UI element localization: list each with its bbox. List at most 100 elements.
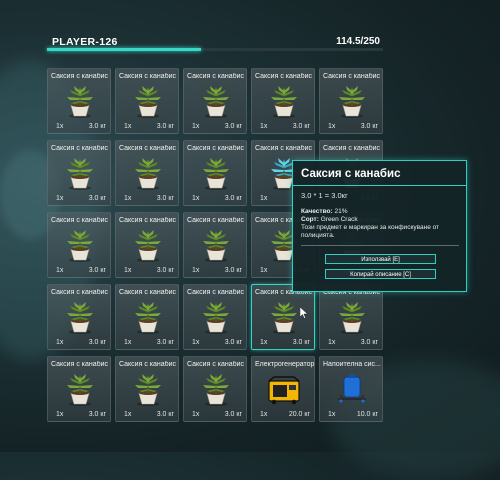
item-name: Саксия с канабис <box>255 73 313 80</box>
item-name: Саксия с канабис <box>187 361 245 368</box>
item-quantity: 1x <box>260 123 268 130</box>
item-quantity: 1x <box>124 339 132 346</box>
generator-icon <box>266 369 302 407</box>
item-weight: 3.0 кг <box>156 411 174 418</box>
item-name: Саксия с канабис <box>119 145 177 152</box>
potted-plant-icon <box>62 297 98 335</box>
item-name: Саксия с канабис <box>255 145 313 152</box>
item-quantity: 1x <box>56 267 64 274</box>
inventory-slot[interactable]: Саксия с канабис1x3.0 кг <box>47 284 111 350</box>
item-weight: 3.0 кг <box>88 123 106 130</box>
quality-value: 21% <box>334 208 348 215</box>
item-name: Саксия с канабис <box>187 217 245 224</box>
inventory-header: PLAYER-126 114.5/250 <box>0 0 500 60</box>
item-weight: 3.0 кг <box>224 195 242 202</box>
potted-plant-icon <box>266 81 302 119</box>
inventory-slot[interactable]: Саксия с канабис 1x 3.0 кг <box>47 212 111 278</box>
item-quantity: 1x <box>192 195 200 202</box>
item-name: Саксия с канабис <box>51 145 109 152</box>
item-quantity: 1x <box>192 339 200 346</box>
inventory-slot[interactable]: Саксия с канабис1x3.0 кг <box>183 140 247 206</box>
copy-description-button[interactable]: Копирай описание [C] <box>325 269 436 279</box>
item-name: Саксия с канабис <box>119 217 177 224</box>
potted-plant-icon <box>130 297 166 335</box>
item-quantity: 1x <box>56 339 64 346</box>
item-quantity: 1x <box>124 267 132 274</box>
tooltip-divider-2 <box>301 245 459 246</box>
inventory-slot[interactable]: Саксия с канабис1x3.0 кг <box>319 284 383 350</box>
inventory-slot[interactable]: Саксия с канабис 1x 3.0 кг <box>183 284 247 350</box>
item-quantity: 1x <box>192 123 200 130</box>
potted-plant-icon <box>62 153 98 191</box>
inventory-slot[interactable]: Саксия с канабис1x3.0 кг <box>183 68 247 134</box>
inventory-slot[interactable]: Напоителна сис... 1x 10.0 кг <box>319 356 383 422</box>
item-name: Саксия с канабис <box>119 361 177 368</box>
item-name: Саксия с канабис <box>51 361 109 368</box>
potted-plant-icon <box>198 369 234 407</box>
inventory-slot[interactable]: Саксия с канабис 1x 3.0 кг <box>251 68 315 134</box>
inventory-slot[interactable]: Саксия с канабис1x3.0 кг <box>183 212 247 278</box>
use-button[interactable]: Използвай [E] <box>325 254 436 264</box>
potted-plant-icon <box>266 297 302 335</box>
potted-plant-icon <box>62 369 98 407</box>
weight-bar-fill <box>47 48 201 51</box>
inventory-slot[interactable]: Саксия с канабис1x3.0 кг <box>47 356 111 422</box>
tooltip-quality: Качество: 21% <box>301 208 347 215</box>
inventory-slot[interactable]: Саксия с канабис 1x 3.0 кг <box>319 68 383 134</box>
inventory-slot[interactable]: Саксия с канабис1x3.0 кг <box>115 284 179 350</box>
item-quantity: 1x <box>328 339 336 346</box>
item-weight: 3.0 кг <box>292 123 310 130</box>
potted-plant-icon <box>198 153 234 191</box>
item-weight: 3.0 кг <box>88 411 106 418</box>
item-name: Саксия с канабис <box>323 145 381 152</box>
quality-label: Качество: <box>301 208 333 215</box>
potted-plant-icon <box>130 369 166 407</box>
inventory-slot[interactable]: Саксия с канабис1x3.0 кг <box>115 356 179 422</box>
potted-plant-icon <box>130 81 166 119</box>
item-name: Саксия с канабис <box>323 73 381 80</box>
item-weight: 3.0 кг <box>360 123 378 130</box>
inventory-slot[interactable]: Саксия с канабис1x3.0 кг <box>115 140 179 206</box>
weight-bar <box>47 48 383 51</box>
item-name: Електрогенератор <box>255 361 315 368</box>
weight-readout: 114.5/250 <box>336 36 380 47</box>
item-weight: 20.0 кг <box>288 411 310 418</box>
tooltip-strain: Сорт: Green Crack <box>301 216 358 223</box>
item-weight: 3.0 кг <box>88 195 106 202</box>
inventory-slot[interactable]: Електрогенератор 1x 20.0 кг <box>251 356 315 422</box>
tooltip-weight-formula: 3.0 * 1 = 3.0кг <box>301 191 348 200</box>
inventory-slot[interactable]: Саксия с канабис1x3.0 кг <box>47 140 111 206</box>
item-name: Саксия с канабис <box>51 217 109 224</box>
inventory-slot[interactable]: Саксия с канабис1x3.0 кг <box>115 68 179 134</box>
item-weight: 3.0 кг <box>360 339 378 346</box>
item-weight: 3.0 кг <box>224 267 242 274</box>
item-quantity: 1x <box>260 339 268 346</box>
item-quantity: 1x <box>260 411 268 418</box>
item-name: Саксия с канабис <box>119 73 177 80</box>
item-weight: 3.0 кг <box>156 267 174 274</box>
tooltip-title: Саксия с канабис <box>301 168 401 180</box>
inventory-slot[interactable]: Саксия с канабис 1x 3.0 кг <box>115 212 179 278</box>
item-weight: 3.0 кг <box>224 411 242 418</box>
potted-plant-icon <box>62 225 98 263</box>
potted-plant-icon <box>130 225 166 263</box>
item-name: Саксия с канабис <box>51 289 109 296</box>
inventory-slot[interactable]: Саксия с канабис1x3.0 кг <box>183 356 247 422</box>
potted-plant-icon <box>62 81 98 119</box>
item-weight: 3.0 кг <box>156 123 174 130</box>
potted-plant-icon <box>198 81 234 119</box>
item-tooltip: Саксия с канабис 3.0 * 1 = 3.0кг Качеств… <box>292 160 467 292</box>
item-name: Саксия с канабис <box>187 73 245 80</box>
inventory-slot[interactable]: Саксия с канабис1x3.0 кг <box>47 68 111 134</box>
item-name: Саксия с канабис <box>187 289 245 296</box>
item-name: Саксия с канабис <box>119 289 177 296</box>
potted-plant-icon <box>130 153 166 191</box>
potted-plant-icon <box>198 225 234 263</box>
item-quantity: 1x <box>328 123 336 130</box>
item-weight: 3.0 кг <box>88 267 106 274</box>
tooltip-description: Този предмет е маркиран за конфискуване … <box>301 224 440 239</box>
item-weight: 10.0 кг <box>356 411 378 418</box>
item-weight: 3.0 кг <box>224 339 242 346</box>
potted-plant-icon <box>334 297 370 335</box>
irrigation-tank-icon <box>334 369 370 407</box>
